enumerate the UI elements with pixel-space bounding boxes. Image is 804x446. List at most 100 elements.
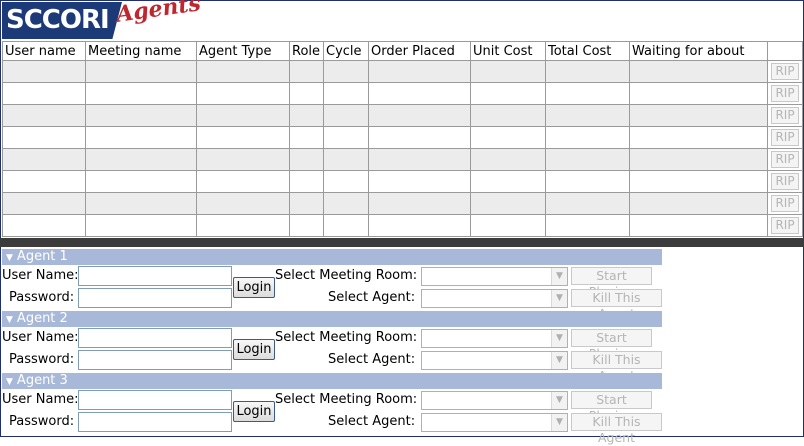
table-cell bbox=[85, 170, 197, 193]
agent-select[interactable]: ▼ bbox=[421, 289, 568, 308]
meeting-room-label: Select Meeting Room: bbox=[275, 268, 418, 283]
table-cell bbox=[545, 126, 630, 149]
table-cell bbox=[545, 148, 630, 171]
table-cell bbox=[470, 82, 546, 105]
table-cell bbox=[2, 192, 86, 215]
table-cell bbox=[196, 148, 290, 171]
meeting-room-select[interactable]: ▼ bbox=[421, 391, 568, 410]
logo-brand: SCCORI bbox=[2, 2, 122, 39]
table-cell bbox=[196, 192, 290, 215]
username-input[interactable] bbox=[78, 390, 232, 410]
logo-product: Agents bbox=[114, 0, 203, 28]
table-row: RIP bbox=[2, 60, 803, 83]
agent-panel-header[interactable]: ▼ Agent 2 bbox=[2, 311, 662, 327]
table-row: RIP bbox=[2, 126, 803, 149]
table-cell bbox=[2, 214, 86, 237]
rip-button[interactable]: RIP bbox=[771, 151, 799, 168]
meeting-room-select[interactable]: ▼ bbox=[421, 267, 568, 286]
table-cell bbox=[196, 60, 290, 83]
kill-agent-button[interactable]: Kill This Agent bbox=[571, 351, 662, 383]
login-button[interactable]: Login bbox=[233, 277, 275, 298]
password-input[interactable] bbox=[78, 350, 232, 370]
table-cell bbox=[629, 170, 768, 193]
chevron-down-icon: ▼ bbox=[551, 290, 567, 307]
table-row: RIP bbox=[2, 170, 803, 193]
password-label: Password: bbox=[9, 352, 75, 367]
column-header: Waiting for about bbox=[629, 41, 768, 61]
rip-button[interactable]: RIP bbox=[771, 173, 799, 190]
table-row: RIP bbox=[2, 192, 803, 215]
table-cell bbox=[368, 214, 471, 237]
table-cell bbox=[545, 214, 630, 237]
table-cell bbox=[323, 192, 369, 215]
rip-button[interactable]: RIP bbox=[771, 217, 799, 234]
chevron-down-icon: ▼ bbox=[551, 268, 567, 285]
table-cell bbox=[196, 170, 290, 193]
table-row: RIP bbox=[2, 148, 803, 171]
table-cell bbox=[368, 148, 471, 171]
agent-panel-body: User Name: Password: Login Select Meetin… bbox=[2, 265, 662, 321]
rip-button[interactable]: RIP bbox=[771, 129, 799, 146]
table-cell bbox=[323, 148, 369, 171]
table-cell bbox=[545, 192, 630, 215]
table-cell bbox=[368, 170, 471, 193]
table-cell bbox=[196, 214, 290, 237]
table-cell bbox=[2, 148, 86, 171]
table-cell bbox=[2, 104, 86, 127]
login-button[interactable]: Login bbox=[233, 339, 275, 360]
table-cell bbox=[323, 170, 369, 193]
password-input[interactable] bbox=[78, 288, 232, 308]
login-button[interactable]: Login bbox=[233, 401, 275, 422]
table-cell bbox=[196, 104, 290, 127]
rip-button[interactable]: RIP bbox=[771, 63, 799, 80]
rip-button[interactable]: RIP bbox=[771, 107, 799, 124]
table-cell bbox=[85, 126, 197, 149]
kill-agent-button[interactable]: Kill This Agent bbox=[571, 289, 662, 321]
start-playing-button[interactable]: Start Playing bbox=[571, 329, 652, 361]
table-cell bbox=[289, 126, 324, 149]
rip-cell: RIP bbox=[767, 126, 803, 149]
rip-cell: RIP bbox=[767, 170, 803, 193]
table-cell bbox=[323, 82, 369, 105]
select-agent-label: Select Agent: bbox=[328, 290, 416, 305]
column-header: Role bbox=[289, 41, 324, 61]
rip-cell: RIP bbox=[767, 192, 803, 215]
table-cell bbox=[470, 170, 546, 193]
table-cell bbox=[629, 148, 768, 171]
rip-button[interactable]: RIP bbox=[771, 195, 799, 212]
table-cell bbox=[368, 82, 471, 105]
meeting-room-select[interactable]: ▼ bbox=[421, 329, 568, 348]
column-header: Cycle bbox=[323, 41, 369, 61]
rip-button[interactable]: RIP bbox=[771, 85, 799, 102]
table-cell bbox=[289, 148, 324, 171]
table-cell bbox=[196, 126, 290, 149]
username-input[interactable] bbox=[78, 266, 232, 286]
username-label: User Name: bbox=[2, 330, 79, 345]
table-cell bbox=[629, 60, 768, 83]
start-playing-button[interactable]: Start Playing bbox=[571, 267, 652, 299]
kill-agent-button[interactable]: Kill This Agent bbox=[571, 413, 662, 445]
table-cell bbox=[85, 214, 197, 237]
table-cell bbox=[368, 60, 471, 83]
agent-panel: ▼ Agent 1 User Name: Password: Login Sele… bbox=[2, 249, 662, 321]
table-cell bbox=[289, 214, 324, 237]
table-cell bbox=[470, 148, 546, 171]
sccori-agents-logo: SCCORI Agents bbox=[2, 0, 202, 40]
username-label: User Name: bbox=[2, 392, 79, 407]
table-cell bbox=[629, 82, 768, 105]
password-input[interactable] bbox=[78, 412, 232, 432]
table-header-row: User name Meeting name Agent Type Role Cycle… bbox=[2, 41, 803, 61]
chevron-down-icon: ▼ bbox=[551, 414, 567, 431]
agent-select[interactable]: ▼ bbox=[421, 351, 568, 370]
agent-title: Agent 2 bbox=[16, 311, 68, 326]
table-cell bbox=[368, 192, 471, 215]
agent-panel-header[interactable]: ▼ Agent 3 bbox=[2, 373, 662, 389]
agent-select[interactable]: ▼ bbox=[421, 413, 568, 432]
username-input[interactable] bbox=[78, 328, 232, 348]
table-cell bbox=[2, 60, 86, 83]
table-cell bbox=[2, 82, 86, 105]
rip-cell: RIP bbox=[767, 148, 803, 171]
start-playing-button[interactable]: Start Playing bbox=[571, 391, 652, 423]
agent-panel-header[interactable]: ▼ Agent 1 bbox=[2, 249, 662, 265]
column-header: Agent Type bbox=[196, 41, 290, 61]
